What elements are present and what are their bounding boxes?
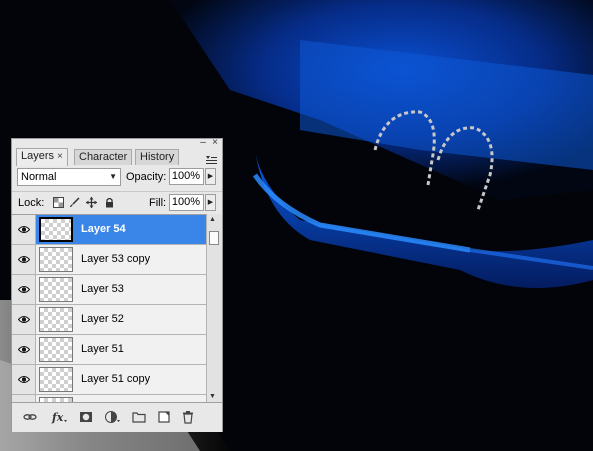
link-icon[interactable]: [23, 410, 37, 424]
layer-main[interactable]: Layer 53 copy: [36, 245, 206, 274]
layer-row[interactable]: Layer 54: [12, 215, 206, 245]
trash-icon[interactable]: [181, 410, 195, 424]
layer-name[interactable]: Layer 54: [81, 223, 126, 235]
layer-name[interactable]: Layer 51 copy: [81, 373, 150, 385]
layer-thumbnail[interactable]: [39, 277, 73, 302]
opacity-label: Opacity:: [126, 171, 167, 183]
layers-bottom-toolbar: fx: [12, 402, 222, 432]
layers-scrollbar[interactable]: ▲ ▼: [206, 214, 222, 402]
visibility-toggle[interactable]: [12, 215, 36, 244]
scroll-down-icon[interactable]: ▼: [209, 393, 216, 400]
panel-tabs: Layers × Character History: [12, 147, 222, 166]
lock-transparent-icon[interactable]: [53, 197, 64, 208]
layer-main[interactable]: Layer 51: [36, 335, 206, 364]
fx-icon[interactable]: fx: [51, 410, 69, 424]
tab-layers-label: Layers: [21, 150, 55, 162]
lock-all-icon[interactable]: [104, 197, 115, 208]
tab-history[interactable]: History: [135, 149, 180, 165]
visibility-toggle[interactable]: [12, 335, 36, 364]
visibility-toggle[interactable]: [12, 275, 36, 304]
adjustment-icon[interactable]: [104, 410, 122, 424]
eye-icon: [18, 286, 30, 293]
panel-title-bar[interactable]: – ×: [12, 138, 222, 148]
visibility-toggle[interactable]: [12, 365, 36, 394]
opacity-field[interactable]: 100%: [169, 168, 204, 185]
new-layer-icon[interactable]: [157, 410, 171, 424]
tab-character-label: Character: [79, 151, 128, 163]
layer-name[interactable]: Layer 53 copy: [81, 253, 150, 265]
layer-thumbnail[interactable]: [39, 367, 73, 392]
fill-slider-icon[interactable]: ▶: [205, 194, 216, 211]
layer-name[interactable]: Layer 51: [81, 343, 124, 355]
fill-label: Fill:: [149, 197, 167, 209]
blend-mode-value: Normal: [21, 171, 57, 183]
eye-icon: [18, 256, 30, 263]
tab-character[interactable]: Character: [74, 149, 133, 165]
layer-thumbnail[interactable]: [39, 337, 73, 362]
layers-panel: – × Layers × Character History Normal ▼ O…: [11, 138, 223, 432]
close-tab-icon[interactable]: ×: [57, 151, 63, 162]
layer-main[interactable]: Layer 53: [36, 275, 206, 304]
lock-row: Lock: Fill: 100% ▶: [12, 191, 222, 214]
layer-thumbnail[interactable]: [39, 247, 73, 272]
visibility-toggle[interactable]: [12, 245, 36, 274]
layer-name[interactable]: Layer 53: [81, 283, 124, 295]
scroll-up-icon[interactable]: ▲: [209, 216, 216, 223]
fill-field[interactable]: 100%: [169, 194, 204, 211]
layer-thumbnail[interactable]: [39, 217, 73, 242]
visibility-toggle[interactable]: [12, 305, 36, 334]
layer-main[interactable]: Layer 52: [36, 305, 206, 334]
mask-icon[interactable]: [79, 410, 93, 424]
eye-icon: [18, 316, 30, 323]
lock-brush-icon[interactable]: [69, 197, 80, 208]
layer-row[interactable]: Layer 51: [12, 335, 206, 365]
layer-main[interactable]: Layer 51 copy: [36, 365, 206, 394]
layer-row[interactable]: Layer 51 copy: [12, 365, 206, 395]
eye-icon: [18, 226, 30, 233]
layer-thumbnail[interactable]: [39, 307, 73, 332]
lock-label: Lock:: [18, 197, 45, 209]
layer-row[interactable]: Layer 53: [12, 275, 206, 305]
scroll-thumb[interactable]: [209, 231, 219, 245]
blend-mode-select[interactable]: Normal ▼: [17, 168, 121, 186]
layer-row[interactable]: Layer 53 copy: [12, 245, 206, 275]
dropdown-arrow-icon: ▼: [109, 172, 117, 181]
eye-icon: [18, 376, 30, 383]
svg-text:fx: fx: [51, 411, 64, 424]
opacity-slider-icon[interactable]: ▶: [205, 168, 216, 185]
layer-name[interactable]: Layer 52: [81, 313, 124, 325]
layers-list: Layer 54 Layer 53 copy Layer 53 Layer 52 Lay…: [12, 214, 206, 403]
tab-layers[interactable]: Layers ×: [16, 148, 68, 166]
blend-row: Normal ▼ Opacity: 100% ▶: [12, 167, 222, 189]
tab-history-label: History: [140, 151, 175, 163]
layer-main[interactable]: Layer 54: [36, 215, 206, 244]
lock-move-icon[interactable]: [86, 197, 97, 208]
layer-row[interactable]: Layer 52: [12, 305, 206, 335]
eye-icon: [18, 346, 30, 353]
group-icon[interactable]: [132, 410, 146, 424]
